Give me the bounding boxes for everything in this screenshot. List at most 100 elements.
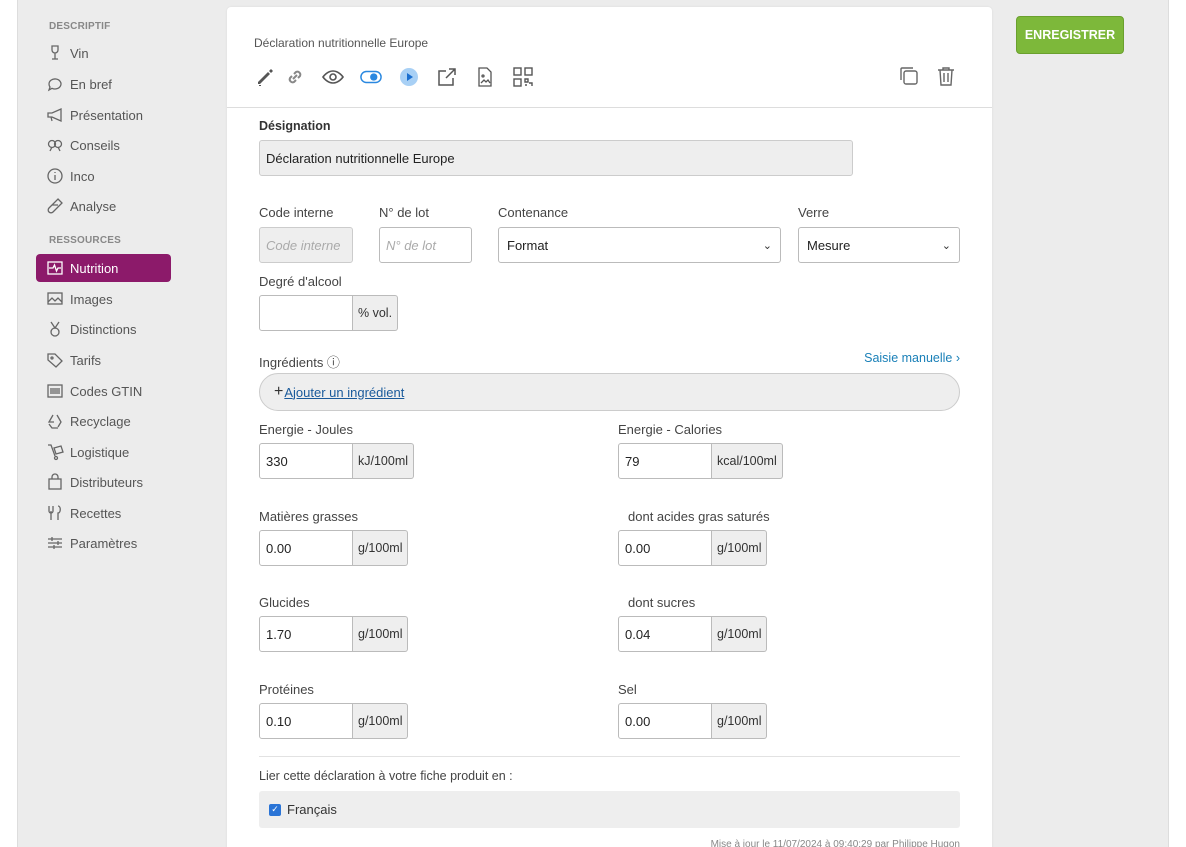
salt-field[interactable]: [618, 703, 712, 739]
sidebar-item-label: Recettes: [70, 505, 122, 521]
salt-label: Sel: [618, 682, 637, 697]
sidebar-item-label: En bref: [70, 76, 112, 92]
qr-code-button[interactable]: [512, 65, 550, 89]
sidebar-item-inco[interactable]: Inco: [36, 162, 171, 190]
verre-select[interactable]: Mesure ⌄: [798, 227, 960, 263]
sidebar-item-images[interactable]: Images: [36, 285, 171, 313]
protein-field[interactable]: [259, 703, 353, 739]
speech-bubble-icon: [47, 78, 62, 92]
test-tube-icon: [47, 198, 63, 214]
info-circle-icon: [47, 168, 63, 184]
section-divider: [259, 756, 960, 757]
code-interne-field[interactable]: [259, 227, 353, 263]
sidebar-item-conseils[interactable]: Conseils: [36, 131, 171, 159]
sidebar-item-analyse[interactable]: Analyse: [36, 192, 171, 220]
preview-button[interactable]: [322, 65, 360, 89]
salt-group: g/100ml: [618, 703, 768, 739]
plus-icon: +: [274, 383, 284, 400]
utensils-icon: [48, 505, 61, 520]
recycle-icon: [47, 414, 62, 429]
fat-field[interactable]: [259, 530, 353, 566]
carbs-group: g/100ml: [259, 616, 409, 652]
duplicate-button[interactable]: [898, 65, 920, 87]
verre-label: Verre: [798, 205, 830, 220]
energy-kcal-field[interactable]: [618, 443, 712, 479]
sidebar-item-recyclage[interactable]: Recyclage: [36, 407, 171, 435]
sidebar-item-en-bref[interactable]: En bref: [36, 70, 171, 98]
delete-button[interactable]: [935, 65, 957, 87]
designation-field[interactable]: [259, 140, 853, 176]
sidebar-item-label: Logistique: [70, 444, 130, 460]
sidebar-item-label: Paramètres: [70, 535, 138, 551]
copy-icon: [900, 67, 918, 85]
save-button[interactable]: ENREGISTRER: [1016, 16, 1124, 54]
sidebar-item-vin[interactable]: Vin: [36, 39, 171, 67]
sidebar-item-tarifs[interactable]: Tarifs: [36, 346, 171, 374]
play-button[interactable]: [398, 65, 436, 89]
protein-group: g/100ml: [259, 703, 409, 739]
sidebar-item-label: Distinctions: [70, 321, 137, 337]
pulse-chart-icon: [47, 261, 63, 275]
sidebar-item-nutrition[interactable]: Nutrition: [36, 254, 171, 282]
sidebar-item-recettes[interactable]: Recettes: [36, 499, 171, 527]
fat-unit: g/100ml: [353, 530, 409, 566]
alcool-field[interactable]: [259, 295, 353, 331]
open-external-button[interactable]: [436, 65, 474, 89]
toggle-button[interactable]: [360, 65, 398, 89]
add-ingredient-link[interactable]: Ajouter un ingrédient: [284, 385, 404, 400]
francais-checkbox[interactable]: ✓: [269, 803, 281, 816]
medal-icon: [50, 321, 60, 337]
sidebar-item-label: Distributeurs: [70, 474, 143, 490]
sidebar-item-label: Nutrition: [70, 260, 119, 276]
lot-field[interactable]: [379, 227, 472, 263]
sidebar-item-label: Recyclage: [70, 413, 131, 429]
saturated-fat-field[interactable]: [618, 530, 712, 566]
sidebar-item-presentation[interactable]: Présentation: [36, 101, 171, 129]
document-image-icon: [478, 67, 492, 87]
protein-unit: g/100ml: [353, 703, 409, 739]
play-icon: [400, 68, 418, 86]
food-pairing-icon: [47, 139, 63, 152]
external-link-icon: [438, 68, 456, 86]
sidebar-item-logistique[interactable]: Logistique: [36, 438, 171, 466]
link-button[interactable]: [284, 65, 322, 89]
sidebar-item-distributeurs[interactable]: Distributeurs: [36, 468, 171, 496]
contenance-select[interactable]: Format ⌄: [498, 227, 781, 263]
alcool-label: Degré d'alcool: [259, 274, 342, 289]
sidebar-item-label: Codes GTIN: [70, 383, 143, 399]
toolbar-divider: [227, 107, 992, 108]
barcode-icon: [47, 384, 63, 398]
code-interne-label: Code interne: [259, 205, 334, 220]
eye-icon: [322, 70, 344, 84]
trash-icon: [938, 67, 954, 86]
sidebar-item-label: Conseils: [70, 137, 120, 153]
saturated-fat-unit: g/100ml: [712, 530, 768, 566]
ingredients-bar: + Ajouter un ingrédient: [259, 373, 960, 411]
sugars-field[interactable]: [618, 616, 712, 652]
saisie-manuelle-link[interactable]: Saisie manuelle ›: [864, 351, 960, 365]
sidebar-item-distinctions[interactable]: Distinctions: [36, 315, 171, 343]
document-button[interactable]: [474, 65, 512, 89]
link-declaration-label: Lier cette déclaration à votre fiche pro…: [259, 769, 513, 783]
price-tag-icon: [47, 353, 63, 368]
sugars-group: g/100ml: [618, 616, 768, 652]
fat-group: g/100ml: [259, 530, 409, 566]
alcool-unit: % vol.: [353, 295, 399, 331]
hand-truck-icon: [48, 444, 64, 461]
energy-kcal-group: kcal/100ml: [618, 443, 783, 479]
section-title-ressources: RESSOURCES: [49, 235, 122, 246]
sugars-unit: g/100ml: [712, 616, 768, 652]
sidebar-item-codes-gtin[interactable]: Codes GTIN: [36, 377, 171, 405]
carbs-field[interactable]: [259, 616, 353, 652]
contenance-label: Contenance: [498, 205, 569, 220]
nutrition-card: Déclaration nutritionnelle Europe Désign…: [227, 7, 992, 847]
language-options: ✓ Français: [259, 791, 960, 828]
sidebar-item-label: Tarifs: [70, 352, 102, 368]
chevron-down-icon: ⌄: [762, 239, 772, 252]
sidebar-item-parametres[interactable]: Paramètres: [36, 529, 171, 557]
salt-unit: g/100ml: [712, 703, 768, 739]
energy-kj-field[interactable]: [259, 443, 353, 479]
energy-kj-group: kJ/100ml: [259, 443, 415, 479]
chevron-down-icon: ⌄: [941, 239, 951, 252]
card-toolbar: [254, 65, 550, 89]
